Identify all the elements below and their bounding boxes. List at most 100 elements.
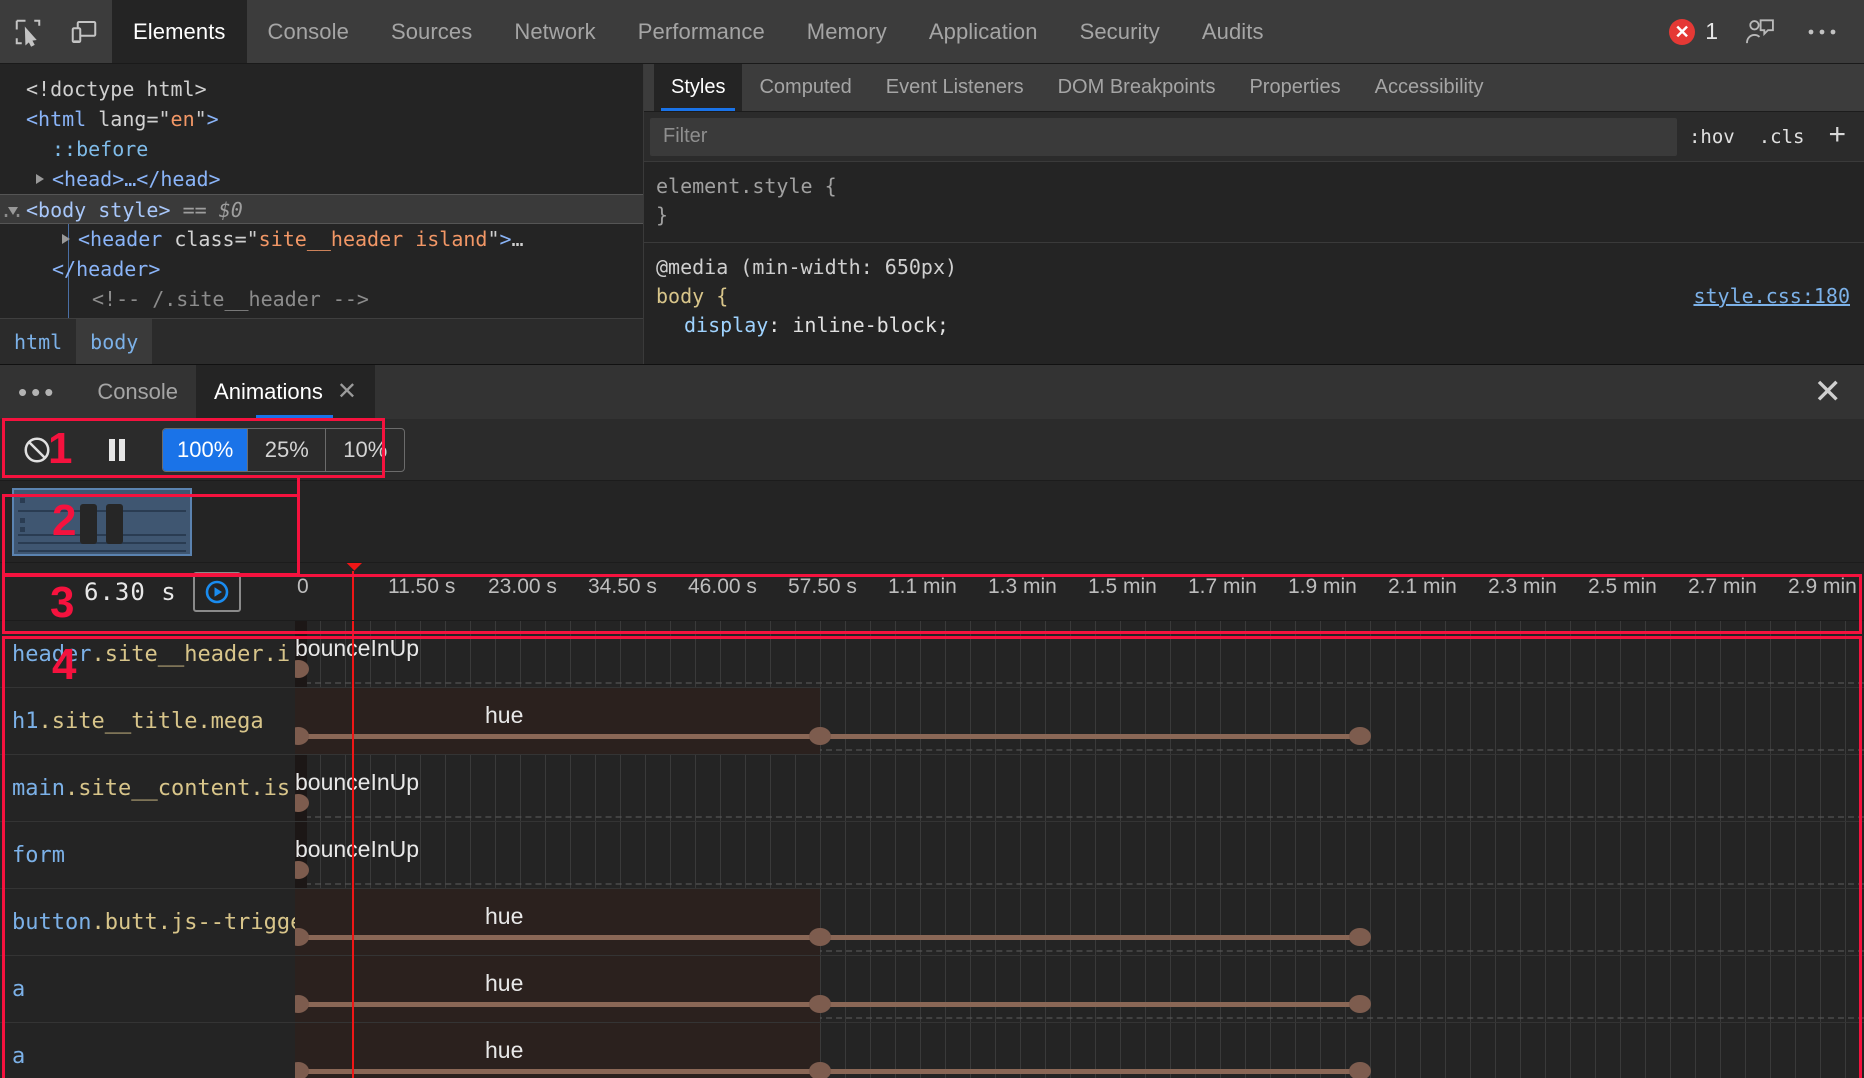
timeline-gridline [1570, 956, 1571, 1022]
drawer-tab-animations[interactable]: Animations ✕ [196, 365, 375, 419]
timeline-gridline [1245, 755, 1246, 821]
animation-keyframe-marker[interactable] [1349, 928, 1371, 946]
speed-25-button[interactable]: 25% [248, 429, 326, 471]
timeline-gridline [1420, 822, 1421, 888]
animation-keyframe-marker[interactable] [809, 727, 831, 745]
animation-row-track[interactable]: hue [295, 1023, 1864, 1078]
timeline-scrubber[interactable]: 6.30 s 011.50 s23.00 s34.50 s46.00 s57.5… [0, 563, 1864, 621]
animation-keyframe-marker[interactable] [809, 1062, 831, 1078]
css-rule-body-media[interactable]: @media (min-width: 650px) body { style.c… [644, 242, 1864, 346]
styles-filter-input[interactable] [650, 118, 1677, 156]
tab-properties[interactable]: Properties [1232, 64, 1357, 111]
animation-duration-bar[interactable] [295, 688, 820, 754]
animation-duration-bar[interactable] [295, 889, 820, 955]
animation-rows-list[interactable]: header.site__header.ibounceInUph1.site__… [0, 621, 1864, 1078]
replay-play-icon[interactable] [193, 572, 241, 612]
animation-duration-bar[interactable] [295, 956, 820, 1022]
tab-console[interactable]: Console [247, 0, 370, 63]
tab-memory[interactable]: Memory [786, 0, 908, 63]
tab-elements[interactable]: Elements [112, 0, 247, 63]
dom-node-comment[interactable]: <!-- /.site__header --> [0, 284, 643, 314]
feedback-person-icon[interactable] [1738, 17, 1782, 47]
close-tab-icon[interactable]: ✕ [337, 380, 357, 404]
css-rule-element-style[interactable]: element.style { } [644, 170, 1864, 236]
playback-speed-group: 100% 25% 10% [162, 428, 405, 472]
breadcrumb-item-html[interactable]: html [0, 319, 76, 364]
animation-row[interactable]: h1.site__title.megahue [0, 688, 1864, 755]
animation-row-track[interactable]: hue [295, 688, 1864, 754]
more-tabs-icon[interactable]: ••• [0, 365, 79, 419]
dom-node-header[interactable]: <header class="site__header island">… [0, 224, 643, 254]
animation-row-track[interactable]: bounceInUp [295, 621, 1864, 687]
animation-row[interactable]: button.butt.js--triggehue [0, 889, 1864, 956]
speed-100-button[interactable]: 100% [163, 429, 248, 471]
animation-row-track[interactable]: bounceInUp [295, 822, 1864, 888]
drawer-tab-console[interactable]: Console [79, 365, 196, 419]
timeline-gridline [1345, 956, 1346, 1022]
timeline-gridline [445, 822, 446, 888]
more-vertical-icon[interactable] [1802, 28, 1842, 36]
css-selector-body[interactable]: body [656, 284, 704, 308]
tab-event-listeners[interactable]: Event Listeners [869, 64, 1041, 111]
dom-node-html[interactable]: <html lang="en"> [0, 104, 643, 134]
tab-security[interactable]: Security [1059, 0, 1181, 63]
animation-keyframe-marker[interactable] [1349, 727, 1371, 745]
dom-node-doctype[interactable]: <!doctype html> [0, 74, 643, 104]
tab-computed[interactable]: Computed [742, 64, 868, 111]
timeline-gridline [470, 621, 471, 687]
styles-sidebar-tabs: Styles Computed Event Listeners DOM Brea… [644, 64, 1864, 112]
tab-audits[interactable]: Audits [1181, 0, 1285, 63]
tab-network[interactable]: Network [493, 0, 616, 63]
tab-accessibility[interactable]: Accessibility [1358, 64, 1501, 111]
dom-node-head[interactable]: <head>…</head> [0, 164, 643, 194]
tab-styles[interactable]: Styles [654, 64, 742, 111]
animation-keyframe-marker[interactable] [1349, 995, 1371, 1013]
breadcrumb-item-body[interactable]: body [76, 319, 152, 364]
tab-sources[interactable]: Sources [370, 0, 493, 63]
animation-keyframe-marker[interactable] [1349, 1062, 1371, 1078]
animation-row[interactable]: main.site__content.isbounceInUp [0, 755, 1864, 822]
animation-group-preview[interactable] [12, 488, 192, 556]
css-value-display[interactable]: inline-block; [792, 313, 949, 337]
close-drawer-icon[interactable]: ✕ [1792, 365, 1864, 419]
collapse-arrow-body-icon[interactable] [8, 207, 18, 220]
dom-node-before-pseudo[interactable]: ::before [0, 134, 643, 164]
dom-node-header-close[interactable]: </header> [0, 254, 643, 284]
timeline-gridline [520, 755, 521, 821]
dom-attr-style: style [98, 198, 158, 222]
animation-row[interactable]: ahue [0, 956, 1864, 1023]
dom-node-body[interactable]: .. <body style> == $0 [0, 194, 643, 224]
tab-performance[interactable]: Performance [617, 0, 786, 63]
inspect-element-icon[interactable] [0, 0, 56, 63]
animation-row-track[interactable]: hue [295, 889, 1864, 955]
error-count-badge[interactable]: ✕ 1 [1669, 18, 1718, 45]
speed-10-button[interactable]: 10% [326, 429, 404, 471]
device-toolbar-icon[interactable] [56, 0, 112, 63]
animation-row[interactable]: header.site__header.ibounceInUp [0, 621, 1864, 688]
tab-dom-breakpoints[interactable]: DOM Breakpoints [1041, 64, 1233, 111]
toggle-hover-state-button[interactable]: :hov [1677, 126, 1747, 148]
expand-arrow-header-icon[interactable] [62, 234, 70, 244]
timeline-gridline [1645, 621, 1646, 687]
animation-row-track[interactable]: bounceInUp [295, 755, 1864, 821]
playhead-handle[interactable] [343, 563, 366, 571]
animation-row[interactable]: ahue [0, 1023, 1864, 1078]
timeline-gridline [1445, 755, 1446, 821]
element-classes-button[interactable]: .cls [1747, 126, 1817, 148]
css-property-display[interactable]: display [656, 313, 768, 337]
animation-row-track[interactable]: hue [295, 956, 1864, 1022]
timeline-gridline [1520, 621, 1521, 687]
animation-keyframe-marker[interactable] [809, 995, 831, 1013]
animation-row[interactable]: formbounceInUp [0, 822, 1864, 889]
dom-tree[interactable]: <!doctype html> <html lang="en"> ::befor… [0, 64, 643, 318]
pause-icon[interactable] [94, 427, 140, 473]
css-source-link[interactable]: style.css:180 [1693, 282, 1850, 311]
new-style-rule-button[interactable]: + [1816, 120, 1858, 154]
clear-all-icon[interactable] [14, 427, 60, 473]
tab-application[interactable]: Application [908, 0, 1059, 63]
timeline-gridline [1270, 889, 1271, 955]
css-selector-element-style[interactable]: element.style [656, 174, 813, 198]
animation-keyframe-marker[interactable] [809, 928, 831, 946]
expand-arrow-head-icon[interactable] [36, 174, 44, 184]
timeline-gridline [1445, 822, 1446, 888]
